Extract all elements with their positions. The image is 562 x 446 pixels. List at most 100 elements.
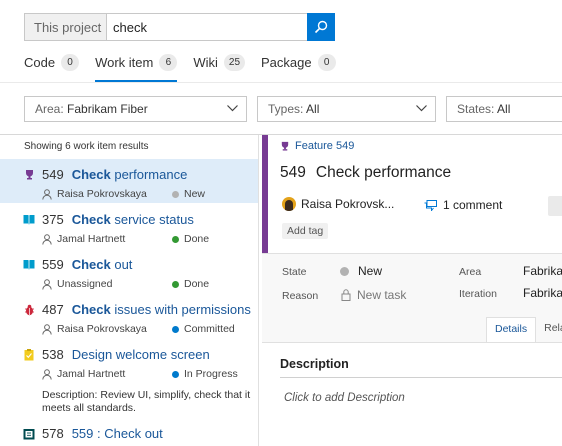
tab-details[interactable]: Details [486, 317, 537, 342]
tab-count: 0 [317, 54, 336, 71]
description-editor[interactable]: Click to add Description [284, 392, 405, 404]
state-dot [172, 280, 179, 288]
feature-color-bar [262, 135, 268, 253]
add-tag-button[interactable]: Add tag [282, 223, 329, 239]
assignee-name: Raisa Pokrovsk... [301, 197, 395, 211]
description-heading: Description [280, 357, 349, 371]
chevron-down-icon [227, 105, 238, 112]
chevron-down-icon [416, 105, 427, 112]
search-box: This project [24, 13, 335, 41]
tab-count: 25 [223, 54, 246, 71]
state-dot [340, 266, 349, 276]
work-item-detail: Feature 549 549 Check performance Raisa P… [262, 135, 562, 446]
reason-field[interactable]: New task [341, 288, 406, 302]
item-id: 487 [42, 302, 64, 317]
state-dot [172, 325, 179, 333]
filter-label: Types: [268, 102, 304, 116]
search-icon [314, 20, 328, 34]
filter-value: All [497, 102, 511, 116]
assignee-picker[interactable]: Raisa Pokrovsk... [282, 197, 394, 211]
result-item[interactable]: 549 Check performance Raisa Pokrovskaya … [0, 159, 258, 203]
item-title: Check service status [71, 212, 194, 227]
divider [0, 82, 562, 83]
item-assignee: Raisa Pokrovskaya [57, 188, 147, 200]
book-icon [23, 215, 35, 225]
item-title: Design welcome screen [71, 347, 210, 362]
tab-label: Code [24, 55, 56, 70]
search-scope[interactable]: This project [24, 13, 106, 41]
reason-label: Reason [282, 290, 319, 302]
tab-related[interactable]: Rela [536, 317, 562, 342]
book-icon [23, 260, 35, 270]
filter-value: Fabrikam Fiber [67, 102, 148, 116]
state-field[interactable]: New [340, 264, 382, 278]
state-value: New [358, 264, 383, 278]
item-id: 375 [42, 212, 64, 227]
item-title: Check out [71, 257, 133, 272]
tab-code[interactable]: Code 0 [24, 52, 80, 82]
item-assignee: Unassigned [57, 278, 113, 290]
entity-tabs: Code 0 Work item 6 Wiki 25 Package 0 [24, 52, 352, 82]
tab-count: 0 [61, 54, 80, 71]
tab-package[interactable]: Package 0 [261, 52, 336, 82]
item-title: Check performance [71, 167, 188, 182]
comment-count: 1 comment [443, 198, 503, 212]
result-item[interactable]: 578 559 : Check out [0, 418, 258, 446]
item-description: Description: Review UI, simplify, check … [42, 389, 251, 414]
work-item-type-label: Feature 549 [295, 140, 355, 152]
states-filter[interactable]: States: All [446, 96, 562, 122]
item-state: Done [184, 278, 210, 290]
result-item[interactable]: 559 Check out Unassigned Done [0, 249, 258, 294]
item-state: New [184, 188, 206, 200]
state-dot [172, 235, 179, 243]
trophy-icon [281, 141, 289, 151]
comment-icon [424, 199, 437, 211]
item-state: Done [184, 233, 210, 245]
tab-wiki[interactable]: Wiki 25 [193, 52, 246, 82]
task-icon [24, 348, 34, 360]
search-button[interactable] [307, 13, 335, 41]
iteration-value[interactable]: Fabrikam [523, 286, 562, 300]
area-filter[interactable]: Area: Fabrikam Fiber [24, 96, 247, 122]
divider [262, 342, 562, 343]
result-item[interactable]: 375 Check service status Jamal Hartnett … [0, 204, 258, 249]
tab-count: 6 [159, 54, 178, 71]
area-value[interactable]: Fabrikam [523, 264, 562, 278]
item-title: 559 : Check out [71, 426, 163, 441]
item-assignee: Jamal Hartnett [57, 233, 126, 245]
work-item-id: 549 [280, 164, 306, 181]
tab-label: Package [261, 55, 312, 70]
tab-work-item[interactable]: Work item 6 [95, 52, 178, 82]
search-input[interactable] [106, 13, 307, 41]
toolbar-button[interactable] [548, 196, 562, 216]
item-title: Check issues with permissions [71, 302, 251, 317]
work-item-title[interactable]: 549 Check performance [280, 164, 451, 182]
result-item[interactable]: 487 Check issues with permissions Raisa … [0, 294, 258, 339]
item-assignee: Raisa Pokrovskaya [57, 323, 147, 335]
test-case-icon [23, 428, 35, 439]
item-id: 549 [42, 167, 64, 182]
tab-label: Work item [95, 55, 154, 70]
filter-label: Area: [35, 102, 64, 116]
divider [280, 377, 562, 378]
area-label: Area [459, 266, 482, 278]
item-assignee: Jamal Hartnett [57, 368, 126, 380]
work-item-title-text: Check performance [315, 164, 452, 181]
tab-label: Wiki [193, 55, 218, 70]
result-item[interactable]: 538 Design welcome screen Jamal Hartnett… [0, 339, 258, 417]
avatar [282, 197, 296, 211]
comments-link[interactable]: 1 comment [424, 198, 502, 212]
types-filter[interactable]: Types: All [257, 96, 436, 122]
filter-label: States: [457, 102, 495, 116]
person-icon [42, 278, 52, 290]
item-state: In Progress [184, 368, 238, 380]
person-icon [42, 188, 52, 200]
item-id: 578 [42, 426, 64, 441]
state-dot [172, 190, 179, 198]
iteration-label: Iteration [459, 288, 497, 300]
work-item-type[interactable]: Feature 549 [280, 140, 354, 152]
person-icon [42, 233, 52, 245]
person-icon [42, 368, 52, 380]
item-id: 538 [42, 347, 64, 362]
results-list: Showing 6 work item results 549 Check pe… [0, 135, 259, 446]
